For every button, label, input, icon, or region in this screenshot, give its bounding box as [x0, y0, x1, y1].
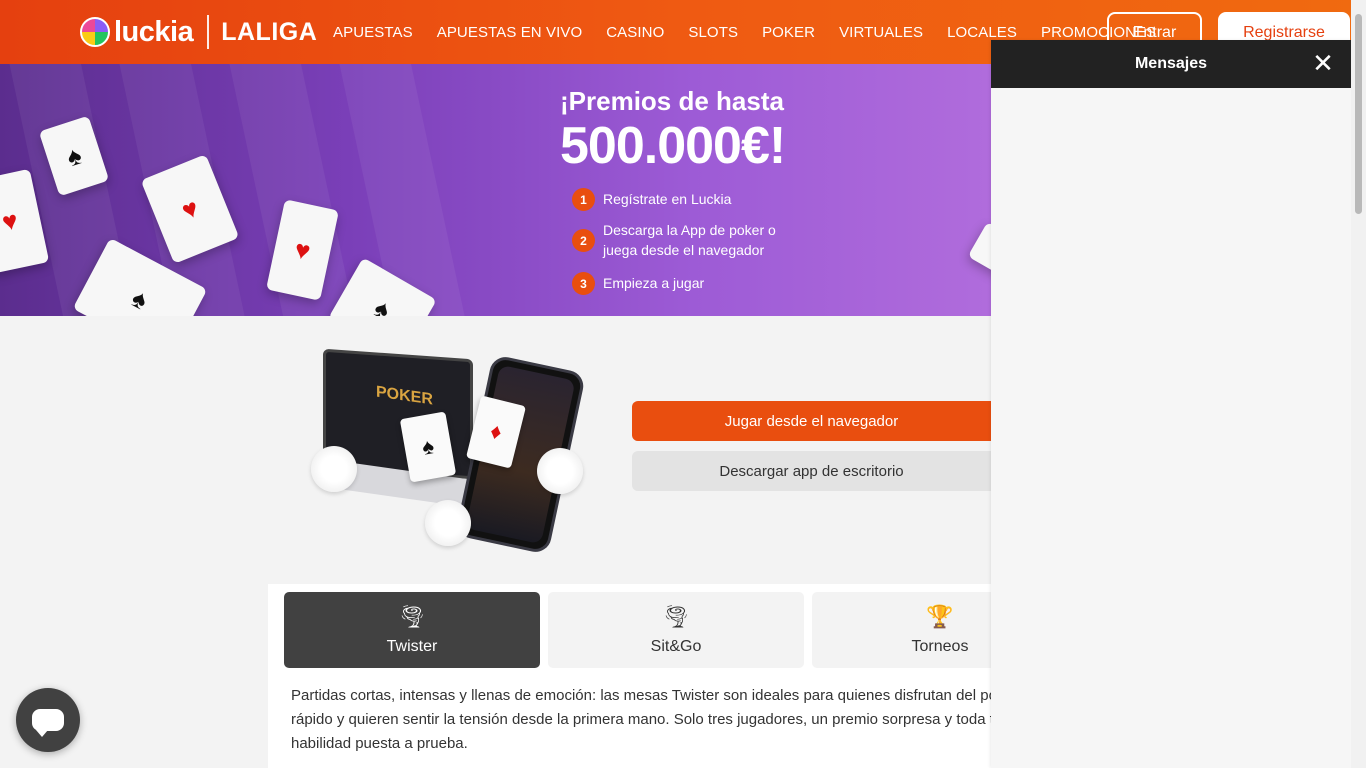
step-3: 3 Empieza a jugar	[572, 272, 704, 295]
step-number: 1	[572, 188, 595, 211]
luckia-ball-icon	[80, 17, 110, 47]
chat-icon	[32, 709, 64, 737]
page-scrollbar[interactable]	[1351, 0, 1366, 768]
laliga-logo: LALIGA	[221, 17, 318, 46]
poker-devices-image: POKER ♠ ♦	[305, 348, 590, 555]
step-number: 2	[572, 229, 595, 252]
nav-item-locales[interactable]: LOCALES	[947, 24, 1017, 41]
chat-button[interactable]	[16, 688, 80, 752]
step-text: Empieza a jugar	[603, 275, 705, 291]
play-browser-button[interactable]: Jugar desde el navegador	[632, 401, 991, 441]
playing-card	[967, 221, 991, 277]
messages-panel: Mensajes ✕	[991, 40, 1351, 768]
game-modes-panel: 🌪 Twister 🌪 Sit&Go 🏆 Torneos Partidas co…	[268, 584, 991, 768]
tab-torneos[interactable]: 🏆 Torneos	[812, 592, 991, 668]
logo-divider	[207, 15, 210, 49]
promo-banner[interactable]: ♥ ♠ ♥ ♥ ♠ ♠ ¡Premios de hasta 500.000€! …	[0, 64, 991, 316]
nav-item-casino[interactable]: CASINO	[606, 24, 664, 41]
poker-logo: POKER	[376, 383, 433, 409]
tab-label: Twister	[386, 638, 438, 655]
tab-label: Torneos	[911, 638, 969, 655]
hero-title: ¡Premios de hasta	[560, 86, 784, 116]
hero-amount: 500.000€!	[560, 117, 786, 175]
nav-item-apuestas-en-vivo[interactable]: APUESTAS EN VIVO	[437, 24, 583, 41]
clover-decoration	[425, 500, 471, 546]
messages-title: Mensajes	[1134, 55, 1208, 72]
step-text: Regístrate en Luckia	[603, 191, 732, 207]
trophy-icon: 🏆	[926, 604, 954, 629]
step-text: Descarga la App de poker o juega desde e…	[603, 222, 776, 258]
tab-label: Sit&Go	[650, 638, 702, 655]
tab-twister[interactable]: 🌪 Twister	[284, 592, 540, 668]
brand-name: luckia	[114, 15, 194, 48]
tornado-icon: 🌪	[398, 604, 426, 629]
close-icon[interactable]: ✕	[1311, 50, 1335, 76]
nav-item-poker[interactable]: POKER	[762, 24, 815, 41]
nav-item-slots[interactable]: SLOTS	[688, 24, 738, 41]
step-1: 1 Regístrate en Luckia	[572, 188, 731, 211]
tab-description: Partidas cortas, intensas y llenas de em…	[291, 687, 991, 752]
step-number: 3	[572, 272, 595, 295]
download-desktop-button[interactable]: Descargar app de escritorio	[632, 451, 991, 491]
clover-decoration	[311, 446, 357, 492]
nav-item-apuestas[interactable]: APUESTAS	[333, 24, 413, 41]
tab-sitgo[interactable]: 🌪 Sit&Go	[548, 592, 804, 668]
scrollbar-thumb[interactable]	[1355, 14, 1362, 214]
nav-item-virtuales[interactable]: VIRTUALES	[839, 24, 923, 41]
messages-header: Mensajes ✕	[991, 40, 1351, 88]
clover-decoration	[537, 448, 583, 494]
luckia-logo[interactable]: luckia LALIGA	[80, 14, 317, 50]
step-2: 2 Descarga la App de poker o juega desde…	[572, 220, 782, 260]
sitgo-icon: 🌪	[662, 604, 690, 629]
